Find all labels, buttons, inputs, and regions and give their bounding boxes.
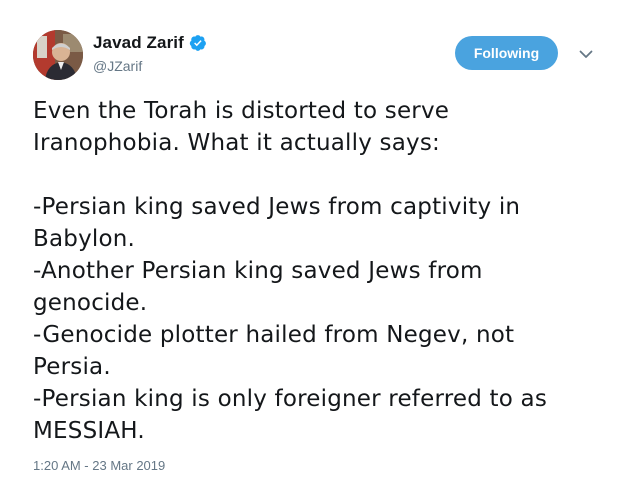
profile-photo (33, 30, 83, 80)
tweet-text-line: -Genocide plotter hailed from Negev, not (33, 322, 515, 348)
tweet-text-line: Iranophobia. What it actually says: (33, 130, 440, 156)
tweet-text: Even the Torah is distorted to serve Ira… (33, 95, 603, 447)
tweet-text-line: -Persian king saved Jews from captivity … (33, 194, 521, 220)
tweet-text-line: Babylon. (33, 226, 136, 252)
tweet-text-line: MESSIAH. (33, 418, 145, 444)
tweet-text-line: genocide. (33, 290, 148, 316)
tweet-timestamp[interactable]: 1:20 AM - 23 Mar 2019 (33, 458, 165, 473)
tweet-text-line: Even the Torah is distorted to serve (33, 98, 450, 124)
tweet-text-line: Persia. (33, 354, 111, 380)
author-avatar[interactable] (33, 30, 83, 80)
verified-badge-icon (189, 34, 207, 52)
chevron-down-icon[interactable] (576, 44, 596, 64)
author-name-row[interactable]: Javad Zarif (93, 32, 207, 54)
tweet-card: Javad Zarif @JZarif Following Even the T… (0, 0, 630, 478)
tweet-text-line (33, 159, 603, 191)
tweet-text-line: -Another Persian king saved Jews from (33, 258, 483, 284)
author-display-name[interactable]: Javad Zarif (93, 33, 184, 53)
following-button[interactable]: Following (455, 36, 558, 70)
author-handle[interactable]: @JZarif (93, 58, 142, 74)
tweet-text-line: -Persian king is only foreigner referred… (33, 386, 547, 412)
